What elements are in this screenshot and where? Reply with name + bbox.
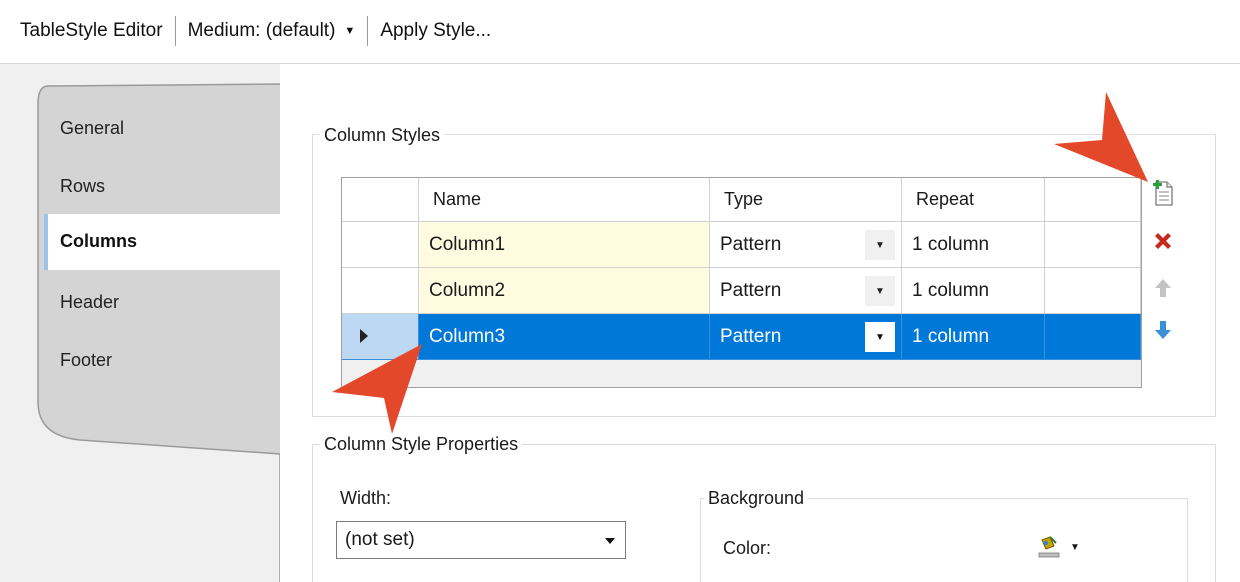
tab-columns-label: Columns (60, 231, 138, 251)
column-styles-grid[interactable]: Name Type Repeat Column1 Pattern ▼ 1 col… (341, 177, 1142, 388)
type-value: Pattern (720, 279, 782, 301)
chevron-down-icon (605, 538, 615, 544)
table-row[interactable]: Column2 Pattern ▼ 1 column (342, 268, 1141, 314)
name-cell[interactable]: Column2 (419, 268, 710, 314)
table-row-selected[interactable]: Column3 Pattern ▼ 1 column (342, 314, 1141, 360)
name-cell[interactable]: Column1 (419, 222, 710, 268)
grid-header-row: Name Type Repeat (342, 178, 1141, 222)
delete-x-icon (1155, 233, 1171, 249)
repeat-cell[interactable]: 1 column (902, 222, 1045, 268)
name-cell[interactable]: Column3 (419, 314, 710, 360)
row-selector-header (342, 178, 419, 222)
callout-arrow-icon (1054, 92, 1148, 182)
row-filler (1045, 314, 1141, 360)
color-picker-button[interactable]: ▼ (1036, 534, 1088, 560)
chevron-down-icon[interactable]: ▼ (865, 276, 895, 306)
row-filler (1045, 222, 1141, 268)
type-cell[interactable]: Pattern ▼ (710, 222, 902, 268)
header-name[interactable]: Name (419, 178, 710, 222)
style-selector[interactable]: Medium: (default) ▼ (176, 0, 368, 64)
width-select[interactable]: (not set) (336, 521, 626, 559)
type-cell[interactable]: Pattern ▼ (710, 314, 902, 360)
color-label: Color: (723, 538, 772, 558)
width-select-value: (not set) (345, 529, 415, 550)
chevron-down-icon: ▼ (1070, 541, 1080, 553)
column-styles-label: Column Styles (320, 125, 445, 146)
editor-title: TableStyle Editor (20, 19, 163, 41)
tab-general[interactable]: General (60, 118, 124, 139)
tab-rows[interactable]: Rows (60, 176, 105, 197)
type-cell[interactable]: Pattern ▼ (710, 268, 902, 314)
header-type[interactable]: Type (710, 178, 902, 222)
chevron-down-icon[interactable]: ▼ (865, 322, 895, 352)
background-label: Background (704, 488, 809, 509)
tab-rail-shape (37, 83, 282, 582)
row-selector[interactable] (342, 222, 419, 268)
type-value: Pattern (720, 325, 782, 347)
repeat-cell[interactable]: 1 column (902, 314, 1045, 360)
style-selector-label: Medium: (default) (187, 19, 336, 41)
arrow-up-icon (1155, 279, 1171, 297)
table-row[interactable]: Column1 Pattern ▼ 1 column (342, 222, 1141, 268)
paint-bucket-icon (1038, 536, 1060, 558)
arrow-down-icon (1155, 321, 1171, 339)
row-selector[interactable] (342, 268, 419, 314)
toolbar: TableStyle Editor Medium: (default) ▼ Ap… (0, 0, 1240, 64)
background-group (700, 498, 1188, 582)
tab-columns[interactable]: Columns (44, 214, 280, 270)
row-filler (1045, 268, 1141, 314)
tab-footer[interactable]: Footer (60, 350, 112, 371)
apply-style-button[interactable]: Apply Style... (368, 0, 503, 64)
chevron-down-icon[interactable]: ▼ (865, 230, 895, 260)
move-down-button[interactable] (1150, 317, 1176, 343)
type-value: Pattern (720, 233, 782, 255)
delete-column-style-button[interactable] (1150, 228, 1176, 254)
width-label: Width: (340, 488, 392, 508)
chevron-down-icon: ▼ (344, 24, 356, 37)
tab-header[interactable]: Header (60, 292, 119, 313)
repeat-cell[interactable]: 1 column (902, 268, 1045, 314)
header-repeat[interactable]: Repeat (902, 178, 1045, 222)
move-up-button[interactable] (1150, 275, 1176, 301)
callout-arrow-icon (332, 344, 422, 434)
